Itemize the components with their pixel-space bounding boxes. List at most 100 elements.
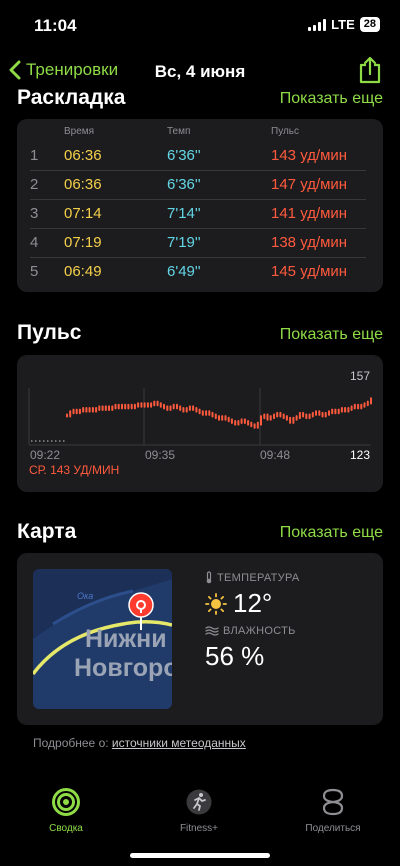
hr-bar [285, 415, 288, 421]
hr-bar [350, 405, 353, 411]
hr-bar [357, 403, 360, 410]
tab-share-label: Поделиться [305, 823, 361, 834]
time-tick: 09:35 [145, 448, 176, 462]
temperature-label-row: ТЕМПЕРАТУРА [205, 571, 300, 584]
hr-bar [117, 403, 120, 410]
hr-bar [91, 407, 94, 413]
hr-bar [176, 403, 178, 410]
hr-bar [237, 420, 240, 426]
table-row: 1 06:36 6'36'' 143 уд/мин [30, 141, 366, 171]
hr-bar [224, 415, 227, 421]
location-pin-icon [128, 592, 154, 630]
temperature-value: 12° [233, 588, 273, 618]
battery-icon: 28 [359, 17, 380, 32]
tab-fitness-plus[interactable]: Fitness+ [149, 787, 249, 834]
hr-bar [95, 407, 98, 413]
hr-bar [179, 405, 182, 411]
activity-rings-icon [52, 788, 80, 816]
hr-bar [276, 411, 279, 418]
hr-bar [121, 403, 123, 410]
hr-bar [360, 403, 363, 410]
hr-bar [344, 407, 347, 413]
col-header-pace: Темп [167, 126, 191, 137]
hr-bar [298, 411, 301, 420]
hr-bar [366, 400, 369, 407]
hr-bar [185, 407, 188, 413]
map-show-more[interactable]: Показать еще [280, 524, 383, 542]
heart-rate-show-more[interactable]: Показать еще [280, 326, 383, 344]
hr-bar [192, 405, 195, 411]
temperature-row: 12° [205, 588, 272, 619]
hr-bar [363, 402, 366, 408]
hr-bar [311, 411, 314, 418]
hr-bar [66, 413, 68, 418]
hr-bar [263, 413, 266, 420]
hr-bar [140, 402, 143, 408]
hr-bar [153, 400, 156, 407]
route-map[interactable]: Ока Нижни Новгоро [33, 569, 172, 709]
hr-bar [337, 408, 340, 415]
hr-bar [253, 423, 256, 429]
hr-bar [124, 403, 127, 410]
hr-bar [88, 407, 91, 413]
share-icon [359, 56, 381, 84]
hr-bar [182, 407, 185, 413]
hr-bar [143, 402, 146, 408]
city-label-2: Новгоро [74, 654, 172, 682]
time-tick: 09:48 [260, 448, 291, 462]
hr-bar [340, 407, 343, 413]
hr-bar [82, 407, 85, 413]
hr-bar [347, 407, 350, 413]
tab-summary-label: Сводка [49, 823, 83, 834]
splits-title: Раскладка [17, 86, 126, 109]
hr-bar [234, 420, 237, 426]
hr-bar [211, 411, 214, 418]
hr-bar [227, 416, 230, 423]
hr-min-label: 123 [349, 448, 370, 462]
hr-bar [308, 413, 311, 420]
weather-sources-link[interactable]: источники метеоданных [112, 736, 246, 750]
hr-bar [302, 411, 305, 418]
hr-bar [292, 416, 295, 424]
hr-bar [163, 403, 165, 410]
running-figure-icon [186, 789, 212, 815]
hr-bar [318, 410, 321, 416]
table-row: 2 06:36 6'36'' 147 уд/мин [30, 170, 366, 200]
time-tick: 09:22 [30, 448, 61, 462]
hr-bar [221, 415, 224, 421]
hr-bar [172, 403, 175, 410]
thermometer-icon [206, 571, 212, 584]
humidity-label-row: ВЛАЖНОСТЬ [205, 625, 296, 637]
hr-bar [78, 408, 81, 415]
hr-bar [250, 421, 253, 428]
status-time: 11:04 [34, 16, 77, 35]
hr-bar [266, 413, 269, 421]
hr-bar [111, 405, 114, 411]
hr-bar [127, 403, 130, 410]
hr-bar [150, 402, 153, 408]
splits-show-more[interactable]: Показать еще [280, 90, 383, 108]
weather-sources-footnote: Подробнее о: источники метеоданных [33, 736, 246, 750]
hr-max-label: 157 [349, 369, 370, 383]
network-type: LTE [331, 17, 355, 32]
hr-bar [159, 402, 162, 408]
hr-bar [218, 415, 220, 421]
hr-bar [260, 415, 262, 426]
hr-bar [101, 405, 104, 411]
tab-share[interactable]: Поделиться [283, 787, 383, 834]
share-button[interactable] [358, 56, 382, 89]
col-header-time: Время [64, 126, 95, 137]
hr-bar [98, 405, 101, 411]
signal-icon [308, 18, 327, 31]
hr-bar [146, 402, 149, 408]
back-label: Тренировки [26, 60, 119, 79]
back-button[interactable]: Тренировки [8, 60, 118, 80]
hr-bar [208, 410, 211, 416]
tab-summary[interactable]: Сводка [16, 787, 116, 834]
hr-bar [240, 418, 243, 424]
hr-bar [328, 410, 330, 416]
hr-bar [279, 411, 282, 418]
hr-average-label: СР. 143 УД/МИН [29, 463, 120, 477]
hr-bar [334, 408, 337, 415]
hr-bar [273, 413, 275, 420]
